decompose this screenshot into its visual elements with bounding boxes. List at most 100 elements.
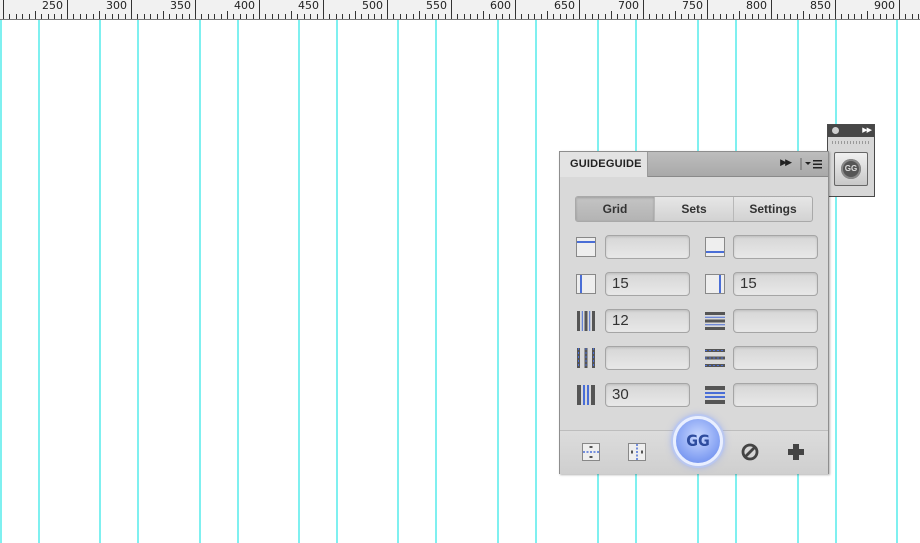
ruler-tick: [99, 11, 100, 19]
ruler-tick: [54, 14, 55, 19]
ruler-tick: [150, 14, 151, 19]
vertical-guide[interactable]: [137, 20, 139, 543]
ruler-tick: [873, 14, 874, 19]
vertical-guide[interactable]: [237, 20, 239, 543]
left-margin-field[interactable]: 15: [605, 272, 690, 296]
ruler-tick: [905, 14, 906, 19]
vertical-guide[interactable]: [99, 20, 101, 543]
ruler-tick: [560, 14, 561, 19]
vertical-guide[interactable]: [435, 20, 437, 543]
tab-grid[interactable]: Grid: [576, 197, 655, 221]
ruler-tick: [278, 14, 279, 19]
ruler-tick: [22, 14, 23, 19]
column-gutter-field[interactable]: 30: [605, 383, 690, 407]
ruler-tick: [208, 14, 209, 19]
panel-tab-switcher: Grid Sets Settings: [575, 196, 813, 222]
ruler-tick: [381, 14, 382, 19]
ruler-tick: [605, 14, 606, 19]
clear-guides-icon[interactable]: [740, 442, 760, 462]
tab-settings[interactable]: Settings: [734, 197, 812, 221]
ruler-tick: [291, 11, 292, 19]
ruler-tick: [393, 14, 394, 19]
right-margin-field[interactable]: 15: [733, 272, 818, 296]
panel-tab-title[interactable]: GUIDEGUIDE: [560, 152, 648, 177]
vertical-guide[interactable]: [0, 20, 2, 543]
guideguide-icon-button[interactable]: GG: [834, 152, 868, 186]
vertical-guide[interactable]: [38, 20, 40, 543]
tab-sets[interactable]: Sets: [655, 197, 734, 221]
vertical-midpoint-icon[interactable]: [627, 442, 647, 462]
ruler-label: 300: [106, 0, 127, 12]
ruler-tick: [425, 14, 426, 19]
ruler-tick: [182, 14, 183, 19]
ruler-tick: [336, 14, 337, 19]
horizontal-midpoint-icon[interactable]: [581, 442, 601, 462]
ruler-tick: [451, 0, 452, 19]
ruler-tick: [765, 14, 766, 19]
grip-icon[interactable]: [832, 141, 870, 144]
columns-field[interactable]: 12: [605, 309, 690, 333]
ruler-tick: [400, 14, 401, 19]
vertical-guide[interactable]: [199, 20, 201, 543]
bottom-margin-icon: [705, 237, 725, 257]
vertical-guide[interactable]: [896, 20, 898, 543]
ruler-tick: [304, 14, 305, 19]
ruler-tick: [656, 14, 657, 19]
add-set-icon[interactable]: [786, 442, 806, 462]
ruler-tick: [688, 14, 689, 19]
ruler-tick: [342, 14, 343, 19]
ruler-tick: [509, 14, 510, 19]
ruler-tick: [413, 14, 414, 19]
rows-field[interactable]: [733, 309, 818, 333]
panel-tabbar: GUIDEGUIDE ▶▶: [560, 152, 828, 177]
ruler-tick: [259, 0, 260, 19]
row-gutter-field[interactable]: [733, 383, 818, 407]
ruler-tick: [86, 14, 87, 19]
ruler-tick: [515, 0, 516, 19]
ruler-tick: [669, 14, 670, 19]
ruler-tick: [643, 0, 644, 19]
column-midpoint-field[interactable]: [605, 346, 690, 370]
ruler-label: 750: [682, 0, 703, 12]
vertical-guide[interactable]: [497, 20, 499, 543]
ruler-tick: [329, 14, 330, 19]
vertical-guide[interactable]: [298, 20, 300, 543]
ruler-tick: [912, 14, 913, 19]
ruler-tick: [771, 0, 772, 19]
ruler-tick: [617, 14, 618, 19]
ruler-tick: [739, 11, 740, 19]
horizontal-ruler[interactable]: 250 300 350 400 450 500 550 600 650 700 …: [0, 0, 920, 20]
close-icon[interactable]: [832, 127, 839, 134]
panel-menu-icon[interactable]: [800, 156, 824, 172]
vertical-guide[interactable]: [535, 20, 537, 543]
ruler-tick: [445, 14, 446, 19]
mini-panel-titlebar[interactable]: ▶▶: [828, 125, 874, 137]
ruler-label: 350: [170, 0, 191, 12]
ruler-tick: [553, 14, 554, 19]
ruler-tick: [662, 14, 663, 19]
bottom-margin-field[interactable]: [733, 235, 818, 259]
ruler-tick: [265, 14, 266, 19]
ruler-tick: [41, 14, 42, 19]
left-margin-icon: [576, 274, 596, 294]
ruler-tick: [35, 11, 36, 19]
vertical-guide[interactable]: [336, 20, 338, 543]
ruler-tick: [163, 11, 164, 19]
ruler-tick: [521, 14, 522, 19]
ruler-label: 900: [874, 0, 895, 12]
ruler-label: 700: [618, 0, 639, 12]
ruler-tick: [48, 14, 49, 19]
make-grid-button[interactable]: GG: [673, 416, 723, 466]
ruler-tick: [573, 14, 574, 19]
vertical-guide[interactable]: [397, 20, 399, 543]
ruler-tick: [3, 0, 4, 19]
ruler-tick: [227, 11, 228, 19]
ruler-tick: [105, 14, 106, 19]
row-midpoint-field[interactable]: [733, 346, 818, 370]
ruler-tick: [861, 14, 862, 19]
collapse-icon[interactable]: ▶▶: [780, 157, 792, 168]
vertical-guide[interactable]: [835, 20, 837, 543]
ruler-tick: [675, 11, 676, 19]
expand-icon[interactable]: ▶▶: [862, 126, 872, 134]
top-margin-field[interactable]: [605, 235, 690, 259]
